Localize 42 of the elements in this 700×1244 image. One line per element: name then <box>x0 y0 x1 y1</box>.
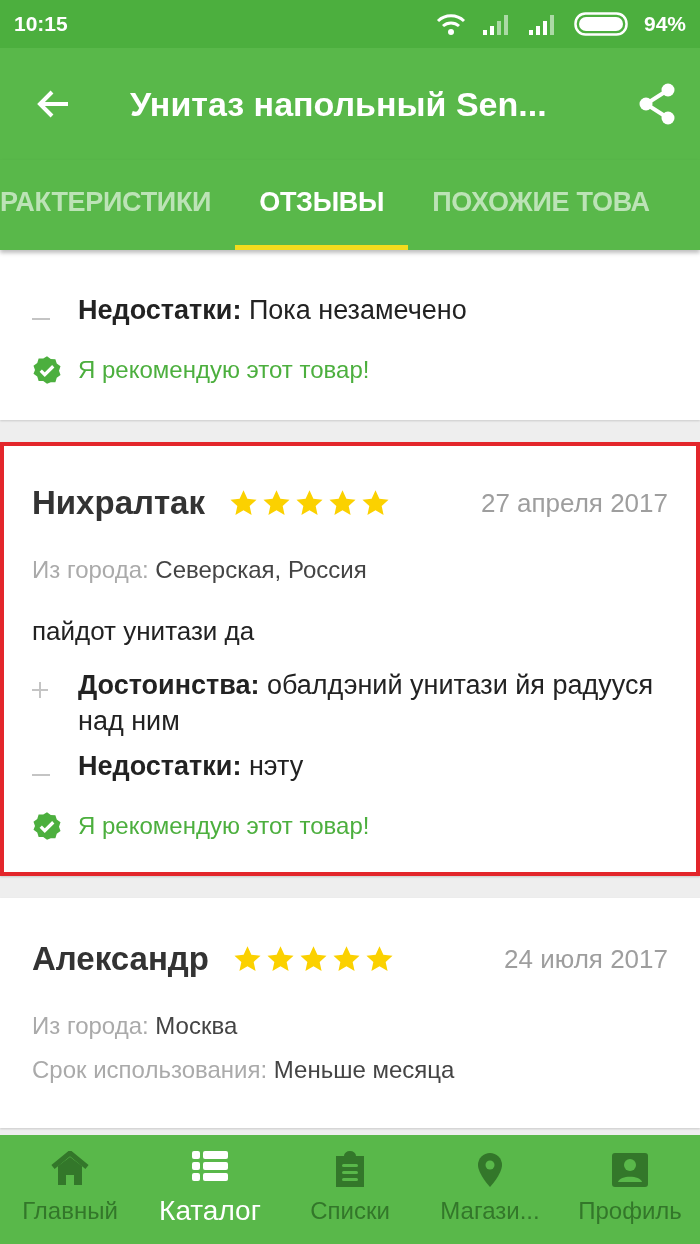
review-line: Недостатки: Пока незамечено <box>78 294 468 327</box>
review-text: пайдот унитази да <box>32 614 256 648</box>
clock: 10:15 <box>14 11 68 38</box>
plus-icon <box>32 681 48 698</box>
minus-icon <box>32 773 50 776</box>
share-icon[interactable] <box>638 83 676 125</box>
wifi-icon <box>435 13 466 35</box>
star-icon <box>361 489 390 518</box>
star-icon <box>229 489 258 518</box>
star-icon <box>364 945 394 973</box>
nav-item[interactable]: Каталог <box>140 1135 280 1244</box>
review-date: 24 июля 2017 <box>504 942 668 976</box>
review-meta: Из города: Москва <box>32 1010 239 1041</box>
star-icon <box>262 489 291 518</box>
star-icon <box>331 945 361 973</box>
verified-check-icon <box>32 811 62 842</box>
nav-item[interactable]: Списки <box>280 1135 420 1244</box>
author-name: Нихралтак <box>32 483 205 524</box>
tab[interactable]: РАКТЕРИСТИКИ <box>0 160 236 250</box>
battery-level: 94% <box>643 11 686 38</box>
profile-icon <box>610 1150 650 1189</box>
star-icon <box>232 945 262 973</box>
recommendation: Я рекомендую этот товар! <box>78 811 370 842</box>
verified-check-icon <box>32 355 62 386</box>
review-meta: Из города: Северская, Россия <box>32 554 368 585</box>
author-name: Александр <box>32 939 209 980</box>
back-icon[interactable] <box>36 89 70 119</box>
battery-icon <box>573 12 628 36</box>
nav-item[interactable]: Главный <box>0 1135 140 1244</box>
nav-item[interactable]: Профиль <box>560 1135 700 1244</box>
review-date: 27 апреля 2017 <box>480 486 668 520</box>
review-meta: Срок использования: Меньше месяца <box>32 1054 456 1085</box>
minus-icon <box>32 317 50 320</box>
tab[interactable]: ПОХОЖИЕ ТОВА <box>408 160 674 250</box>
star-icon <box>295 489 324 518</box>
review-line: Недостатки: нэту <box>78 749 305 783</box>
star-icon <box>328 489 357 518</box>
star-icon <box>265 945 295 973</box>
product-title: Унитаз напольный Sen... <box>130 83 548 125</box>
nav-item[interactable]: Магази... <box>420 1135 560 1244</box>
star-icon <box>298 945 328 973</box>
recommendation: Я рекомендую этот товар! <box>78 355 370 386</box>
